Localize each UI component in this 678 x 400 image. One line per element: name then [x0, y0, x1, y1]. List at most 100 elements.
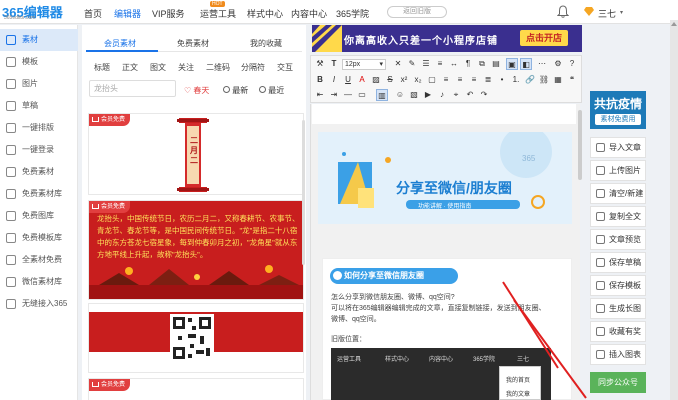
favorite-reward-button[interactable]: 收藏有奖 — [590, 321, 646, 342]
panel-scrollbar[interactable] — [302, 120, 305, 265]
subscript-icon[interactable]: x₂ — [412, 74, 424, 86]
nav-styles[interactable]: 样式中心 — [247, 7, 283, 20]
nav-tools[interactable]: 运营工具 — [200, 7, 236, 20]
line-height-icon[interactable]: ≡ — [434, 58, 446, 70]
settings-icon[interactable]: ⚙ — [552, 58, 564, 70]
material-card-qrcode[interactable] — [88, 303, 304, 373]
paste-icon[interactable]: ▤ — [490, 58, 502, 70]
chevron-down-icon[interactable]: ▾ — [620, 9, 623, 16]
subtab-follow[interactable]: 关注 — [178, 62, 194, 73]
indent-icon[interactable]: ☰ — [420, 58, 432, 70]
outdent-icon[interactable]: ⇤ — [314, 89, 326, 101]
page-scrollbar[interactable] — [670, 20, 678, 400]
share-cover-card[interactable]: 分享至微信/朋友圈 功能讲解 · 使用指南 365 — [318, 132, 572, 224]
image-insert-icon[interactable]: ▧ — [408, 89, 420, 101]
sidebar-item-free-gallery[interactable]: 免费图库 — [0, 205, 78, 227]
table-icon[interactable]: ▦ — [552, 74, 564, 86]
save-template-button[interactable]: 保存模板 — [590, 275, 646, 296]
epidemic-promo[interactable]: 共抗疫情 素材免费用 — [590, 91, 646, 129]
undo-icon[interactable]: ↶ — [464, 89, 476, 101]
copy-icon[interactable]: ⧉ — [476, 58, 488, 70]
subtab-body[interactable]: 正文 — [122, 62, 138, 73]
sidebar-item-free-material[interactable]: 免费素材 — [0, 161, 78, 183]
indent-more-icon[interactable]: ⇥ — [328, 89, 340, 101]
tab-my-favorites[interactable]: 我的收藏 — [250, 38, 282, 49]
nav-home[interactable]: 首页 — [84, 7, 102, 20]
sidebar-item-template[interactable]: 模板 — [0, 51, 78, 73]
list-bullet-icon[interactable]: • — [496, 74, 508, 86]
more-icon[interactable]: ⋯ — [536, 58, 548, 70]
block-icon[interactable]: ▭ — [356, 89, 368, 101]
bold-icon[interactable]: B — [314, 74, 326, 86]
user-name[interactable]: 三七 — [598, 7, 616, 20]
ad-banner[interactable]: 你离高收入只差一个小程序店铺 点击开店 — [312, 25, 582, 52]
letter-spacing-icon[interactable]: ↔ — [448, 58, 460, 70]
redo-icon[interactable]: ↷ — [478, 89, 490, 101]
open-shop-button[interactable]: 点击开店 — [520, 30, 568, 46]
scroll-up-icon[interactable] — [671, 22, 677, 26]
filter-recent[interactable]: 最近 — [259, 85, 284, 96]
help-icon[interactable]: ? — [566, 58, 578, 70]
align-center-icon[interactable]: ≡ — [454, 74, 466, 86]
align-right-icon[interactable]: ≡ — [468, 74, 480, 86]
view-icon[interactable]: ▣ — [506, 58, 518, 70]
superscript-icon[interactable]: x² — [398, 74, 410, 86]
highlight-icon[interactable]: ▨ — [370, 74, 382, 86]
subtab-qrcode[interactable]: 二维码 — [206, 62, 230, 73]
sidebar-item-material[interactable]: 素材 — [0, 29, 78, 51]
sidebar-item-all-free[interactable]: 全素材免费 — [0, 249, 78, 271]
sync-official-account-button[interactable]: 同步公众号 — [590, 372, 646, 393]
font-color-icon[interactable]: A — [356, 74, 368, 86]
emoji-icon[interactable]: ☺ — [394, 89, 406, 101]
nav-content[interactable]: 内容中心 — [291, 7, 327, 20]
filter-spring[interactable]: ♡ 春天 — [184, 85, 209, 96]
sidebar-item-seamless[interactable]: 无缝接入365 — [0, 293, 78, 315]
format-painter-icon[interactable]: ⚒ — [314, 58, 326, 70]
filter-latest[interactable]: 最新 — [223, 85, 248, 96]
copy-all-button[interactable]: 复制全文 — [590, 206, 646, 227]
subtab-divider[interactable]: 分隔符 — [241, 62, 265, 73]
material-card-festival[interactable]: 会员免费 龙抬头，中国传统节日，农历二月二，又称春耕节、农事节、青龙节、春龙节等… — [88, 200, 304, 300]
paragraph-icon[interactable]: ¶ — [462, 58, 474, 70]
map-icon[interactable]: ⌖ — [450, 89, 462, 101]
sidebar-item-auto-layout[interactable]: 一键排版 — [0, 117, 78, 139]
fullwidth-icon[interactable]: ▥ — [376, 89, 388, 101]
layout-toggle-icon[interactable]: ◧ — [520, 58, 532, 70]
editor-scrollbar[interactable] — [578, 110, 582, 180]
material-card-next[interactable]: 会员免费 — [88, 378, 304, 400]
nav-vip[interactable]: VIP服务 — [152, 7, 185, 20]
strikethrough-icon[interactable]: S — [384, 74, 396, 86]
subtab-title[interactable]: 标题 — [94, 62, 110, 73]
clear-format-icon[interactable]: ✕ — [392, 58, 404, 70]
text-icon[interactable]: T — [328, 58, 340, 70]
nav-academy[interactable]: 365学院 — [336, 7, 369, 20]
sidebar-item-wechat-lib[interactable]: 微信素材库 — [0, 271, 78, 293]
underline-icon[interactable]: U — [342, 74, 354, 86]
divider-icon[interactable]: — — [342, 89, 354, 101]
border-icon[interactable]: ▢ — [426, 74, 438, 86]
save-draft-button[interactable]: 保存草稿 — [590, 252, 646, 273]
sidebar-item-draft[interactable]: 草稿 — [0, 95, 78, 117]
font-size-select[interactable]: 12px ▾ — [342, 59, 386, 70]
material-card-scroll[interactable]: 会员免费 二月二 — [88, 113, 304, 195]
video-icon[interactable]: ▶ — [422, 89, 434, 101]
sidebar-item-login[interactable]: 一键登录 — [0, 139, 78, 161]
brush-icon[interactable]: ✎ — [406, 58, 418, 70]
preview-button[interactable]: 文章预览 — [590, 229, 646, 250]
insert-chart-button[interactable]: 插入图表 — [590, 344, 646, 365]
tab-free-material[interactable]: 免费素材 — [177, 38, 209, 49]
subtab-interact[interactable]: 交互 — [277, 62, 293, 73]
import-article-button[interactable]: 导入文章 — [590, 137, 646, 158]
italic-icon[interactable]: I — [328, 74, 340, 86]
subtab-graphic[interactable]: 图文 — [150, 62, 166, 73]
align-justify-icon[interactable]: ≣ — [482, 74, 494, 86]
quote-icon[interactable]: ❝ — [566, 74, 578, 86]
sidebar-item-free-material-lib[interactable]: 免费素材库 — [0, 183, 78, 205]
list-number-icon[interactable]: 1. — [510, 74, 522, 86]
sidebar-item-free-template-lib[interactable]: 免费模板库 — [0, 227, 78, 249]
clear-new-button[interactable]: 清空/新建 — [590, 183, 646, 204]
back-to-old-button[interactable]: 返回旧版 — [387, 6, 447, 18]
bell-icon[interactable] — [557, 5, 569, 18]
tab-vip-material[interactable]: 会员素材 — [104, 38, 136, 49]
long-image-button[interactable]: 生成长图 — [590, 298, 646, 319]
